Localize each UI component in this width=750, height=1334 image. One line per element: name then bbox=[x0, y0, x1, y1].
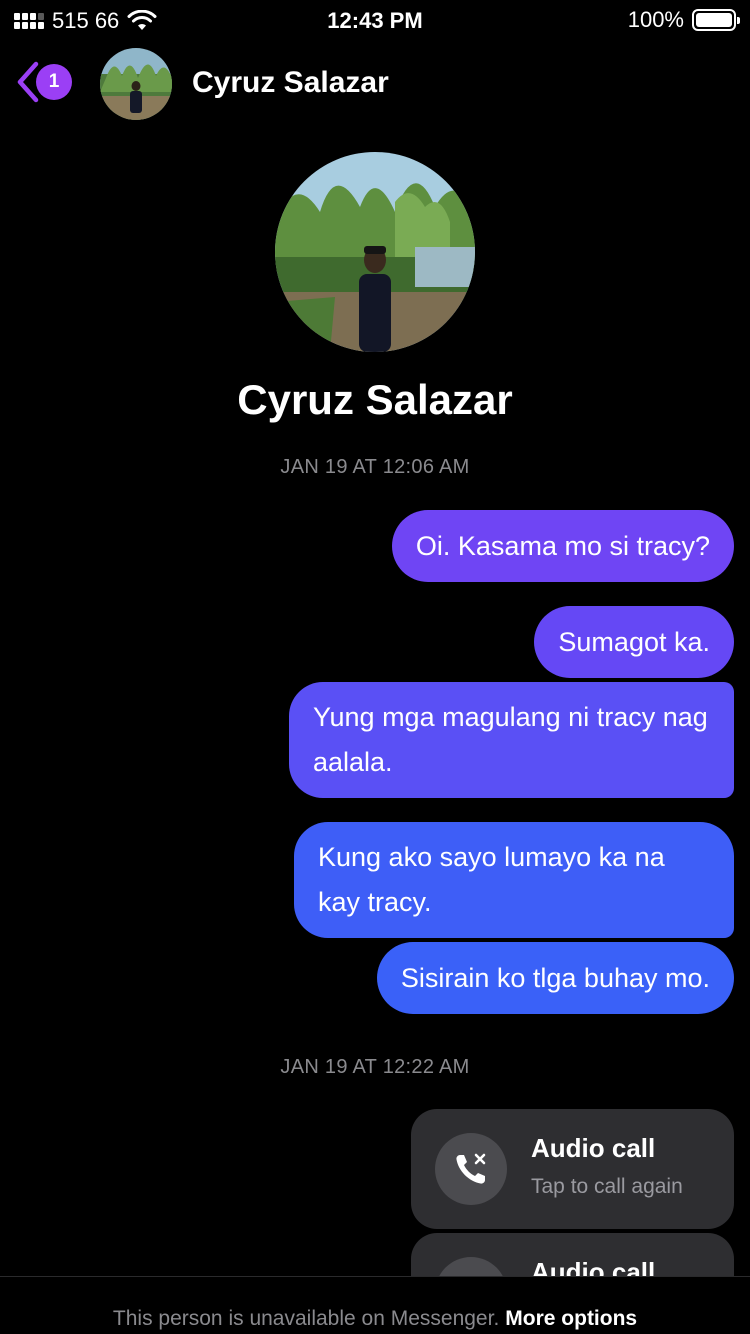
more-options-link[interactable]: More options bbox=[505, 1307, 637, 1330]
conversation-header: 1 Cyruz Salazar bbox=[0, 46, 750, 122]
message-bubble[interactable]: Sumagot ka. bbox=[534, 606, 734, 678]
message-bubble[interactable]: Yung mga magulang ni tracy nag aalala. bbox=[289, 682, 734, 798]
unavailable-text: This person is unavailable on Messenger. bbox=[112, 1307, 500, 1330]
call-title: Audio call bbox=[531, 1133, 656, 1163]
message-bubble[interactable]: Kung ako sayo lumayo ka na kay tracy. bbox=[294, 822, 734, 938]
status-right: 100% bbox=[627, 7, 740, 33]
back-button[interactable]: 1 bbox=[14, 60, 72, 104]
profile-avatar[interactable] bbox=[275, 152, 475, 352]
unavailable-bar: This person is unavailable on Messenger.… bbox=[0, 1276, 750, 1334]
battery-icon bbox=[692, 9, 740, 31]
timestamp: JAN 19 AT 12:06 AM bbox=[280, 456, 470, 478]
profile-name: Cyruz Salazar bbox=[237, 376, 513, 423]
message-bubble[interactable]: Oi. Kasama mo si tracy? bbox=[391, 510, 734, 582]
header-contact-name[interactable]: Cyruz Salazar bbox=[192, 66, 389, 100]
unavailable-message: This person is unavailable on Messenger.… bbox=[0, 1307, 750, 1331]
call-subtitle: Tap to call again bbox=[531, 1175, 683, 1198]
missed-call-icon bbox=[435, 1133, 507, 1205]
unread-badge: 1 bbox=[36, 64, 72, 100]
battery-percent: 100% bbox=[627, 7, 684, 32]
message-bubble[interactable]: Sisirain ko tlga buhay mo. bbox=[376, 942, 734, 1014]
status-bar: 515 66 12:43 PM 100% bbox=[0, 0, 750, 40]
audio-call-card[interactable]: Audio call Tap to call again bbox=[411, 1109, 734, 1229]
timestamp: JAN 19 AT 12:22 AM bbox=[280, 1056, 470, 1078]
header-avatar[interactable] bbox=[100, 48, 172, 120]
